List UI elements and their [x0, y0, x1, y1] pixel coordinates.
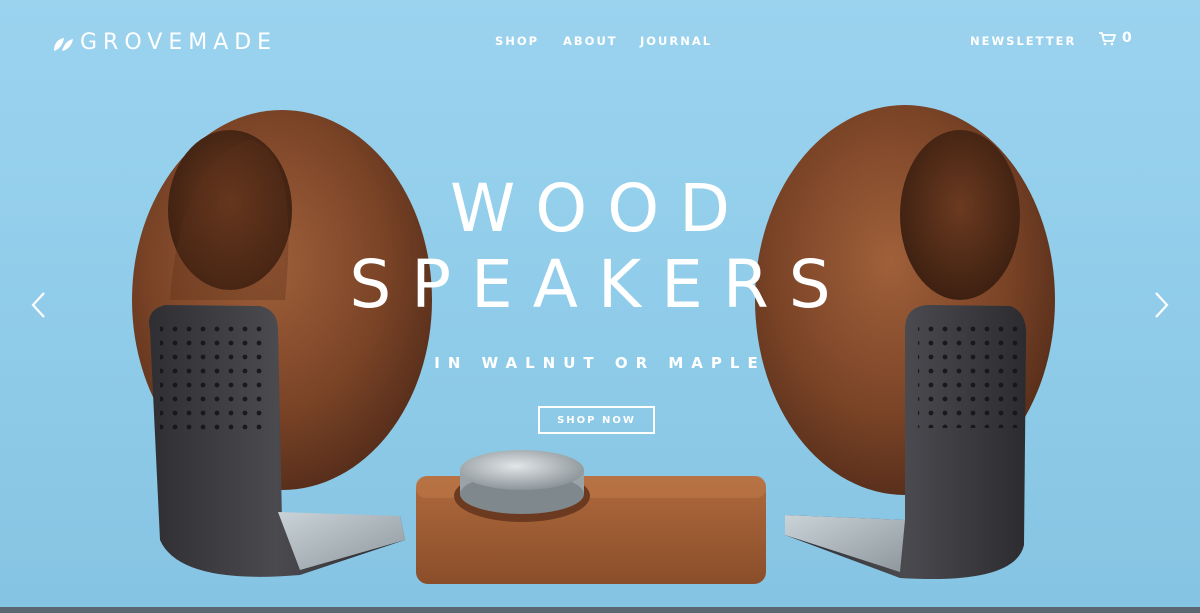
cart-count: 0 [1122, 30, 1132, 46]
hero-subtitle: IN WALNUT OR MAPLE [434, 354, 766, 372]
page-bottom-edge [0, 607, 1200, 613]
hero-title-line2: SPEAKERS [349, 246, 851, 323]
hero-banner: GROVEMADE SHOP ABOUT JOURNAL NEWSLETTER … [0, 0, 1200, 607]
shop-now-button[interactable]: SHOP NOW [538, 406, 655, 434]
main-nav: SHOP ABOUT JOURNAL NEWSLETTER [0, 34, 1200, 54]
nav-about[interactable]: ABOUT [563, 34, 618, 48]
volume-base [416, 450, 766, 584]
cart-icon [1099, 31, 1116, 45]
hero-title-line1: WOOD [450, 170, 750, 247]
nav-journal[interactable]: JOURNAL [640, 34, 712, 48]
nav-shop[interactable]: SHOP [495, 34, 539, 48]
newsletter-link[interactable]: NEWSLETTER [970, 34, 1076, 48]
prev-slide-icon[interactable] [27, 289, 51, 321]
next-slide-icon[interactable] [1149, 289, 1173, 321]
cart-button[interactable]: 0 [1098, 30, 1132, 46]
